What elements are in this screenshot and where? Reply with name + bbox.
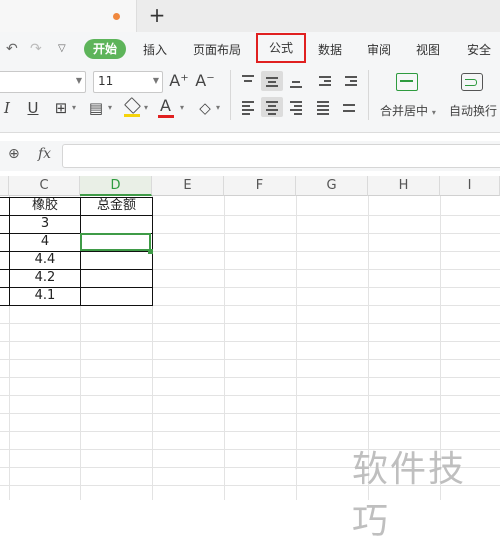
merge-center-label: 合并居中 [380, 104, 429, 118]
chevron-down-icon: ▾ [431, 108, 436, 117]
gridline [296, 196, 297, 500]
table-cell[interactable]: 3 [10, 215, 80, 233]
wrap-text-icon[interactable] [461, 73, 483, 91]
menu-page-layout[interactable]: 页面布局 [188, 36, 246, 64]
table-cell[interactable]: 4.1 [10, 287, 80, 305]
table-cell[interactable]: 4.2 [10, 269, 80, 287]
font-size-select[interactable]: 11 ▼ [93, 71, 163, 93]
underline-button[interactable]: U [24, 97, 42, 119]
wrap-text-button[interactable]: 自动换行 [449, 102, 497, 118]
menu-data[interactable]: 数据 [312, 36, 348, 64]
align-top-icon[interactable] [237, 71, 259, 91]
decrease-indent-icon[interactable] [314, 71, 336, 91]
column-header-e[interactable]: E [152, 176, 224, 196]
table-cell[interactable]: 4 [10, 233, 80, 251]
increase-indent-icon[interactable] [340, 71, 362, 91]
active-cell-d3[interactable] [80, 233, 151, 251]
formula-input[interactable] [62, 144, 500, 168]
fx-icon[interactable]: fx [38, 146, 51, 162]
decrease-font-button[interactable]: A⁻ [194, 70, 216, 92]
font-color-letter: A [160, 96, 171, 115]
align-bottom-icon[interactable] [285, 71, 307, 91]
chevron-down-icon[interactable]: ▾ [142, 97, 150, 119]
watermark: 软件技巧 [352, 449, 467, 542]
font-color-swatch [158, 115, 174, 118]
justify-icon[interactable] [312, 97, 334, 117]
column-header-i[interactable]: I [440, 176, 500, 196]
eraser-icon[interactable]: ◇ [196, 97, 214, 119]
gridline [0, 341, 500, 342]
new-tab-button[interactable]: + [147, 3, 167, 27]
chevron-down-icon[interactable]: ▾ [214, 97, 222, 119]
font-color-button[interactable]: A [158, 96, 176, 120]
merge-center-button[interactable]: 合并居中 ▾ [380, 102, 436, 118]
align-middle-icon[interactable] [261, 71, 283, 91]
gridline [0, 395, 500, 396]
font-size-value: 11 [98, 74, 114, 88]
cell-d-header[interactable]: 总金额 [81, 197, 152, 215]
chevron-down-icon: ▼ [75, 76, 82, 85]
merge-center-icon[interactable] [396, 73, 418, 91]
gridline [224, 196, 225, 500]
increase-font-button[interactable]: A⁺ [168, 70, 190, 92]
column-header-d[interactable]: D [80, 176, 152, 196]
font-name-select[interactable]: ▼ [0, 71, 86, 93]
column-header-h[interactable]: H [368, 176, 440, 196]
fill-color-icon[interactable] [124, 97, 141, 117]
menu-insert[interactable]: 插入 [136, 36, 174, 64]
align-left-icon[interactable] [237, 97, 259, 117]
align-right-icon[interactable] [285, 97, 307, 117]
gridline [0, 413, 500, 414]
cell-style-icon[interactable]: ▤ [86, 97, 106, 119]
menu-formula[interactable]: 公式 [256, 33, 306, 63]
table-border [0, 305, 153, 306]
redo-icon[interactable]: ↷ [30, 40, 42, 58]
fill-handle[interactable] [148, 249, 153, 254]
border-icon[interactable]: ⊞ [52, 97, 70, 119]
table-cell[interactable]: 4.4 [10, 251, 80, 269]
chevron-down-icon[interactable]: ▾ [70, 97, 78, 119]
menu-review[interactable]: 审阅 [361, 36, 397, 64]
unsaved-dot-icon [113, 13, 120, 20]
column-header-c[interactable]: C [9, 176, 80, 196]
align-center-icon[interactable] [261, 97, 283, 117]
column-header-prev[interactable] [0, 176, 9, 196]
distributed-icon[interactable] [338, 97, 360, 117]
menu-home[interactable]: 开始 [84, 39, 126, 59]
menu-view[interactable]: 视图 [410, 36, 446, 64]
undo-icon[interactable]: ↶ [6, 40, 18, 58]
gridline [0, 359, 500, 360]
column-header-g[interactable]: G [296, 176, 368, 196]
chevron-down-icon: ▼ [152, 76, 159, 85]
italic-button[interactable]: I [0, 97, 14, 119]
gridline [0, 377, 500, 378]
divider [368, 70, 369, 120]
cell-c-header[interactable]: 橡胶 [10, 197, 80, 215]
gridline [0, 431, 500, 432]
column-header-f[interactable]: F [224, 176, 296, 196]
chevron-down-icon[interactable]: ▾ [178, 97, 186, 119]
divider [230, 70, 231, 120]
zoom-search-icon[interactable]: ⊕ [8, 146, 20, 162]
menu-security[interactable]: 安全 [459, 36, 499, 64]
customize-dropdown-icon[interactable]: ▽ [58, 40, 66, 58]
chevron-down-icon[interactable]: ▾ [106, 97, 114, 119]
gridline [0, 323, 500, 324]
